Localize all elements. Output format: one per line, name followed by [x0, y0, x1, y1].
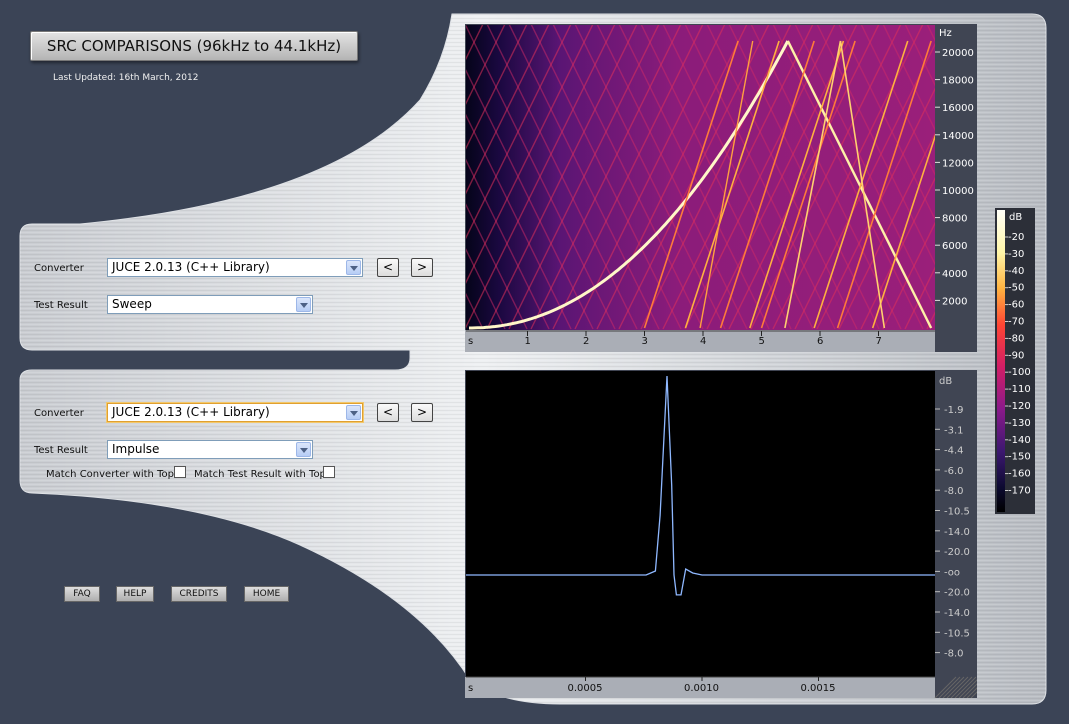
- color-scale-tick-label: -20: [1008, 232, 1024, 243]
- time-unit: s: [468, 336, 473, 347]
- bottom-prev-button[interactable]: <: [377, 403, 399, 422]
- match-test-checkbox[interactable]: [323, 466, 335, 478]
- color-scale-tick-label: -160: [1008, 469, 1031, 480]
- home-link[interactable]: HOME: [244, 586, 289, 602]
- frequency-tick-label: 4000: [942, 269, 967, 280]
- spectrogram-chart: 1 2 3 4 5 6 7 20000 18000 16000 14000 12000 10000 80…: [465, 24, 977, 352]
- top-test-result-select[interactable]: Sweep: [107, 295, 313, 314]
- help-link[interactable]: HELP: [116, 586, 154, 602]
- last-updated-text: Last Updated: 16th March, 2012: [53, 73, 199, 83]
- impulse-time-unit: s: [468, 683, 473, 694]
- frequency-tick-label: 14000: [942, 131, 974, 142]
- color-scale-tick-label: -170: [1008, 486, 1031, 497]
- time-tick-label: 6: [817, 336, 823, 347]
- chevron-down-icon: [346, 405, 361, 420]
- top-prev-button[interactable]: <: [377, 258, 399, 277]
- bottom-test-result-select[interactable]: Impulse: [107, 440, 313, 459]
- time-tick-label: 1: [525, 336, 531, 347]
- chevron-down-icon: [296, 297, 311, 312]
- bottom-next-button[interactable]: >: [411, 403, 433, 422]
- color-scale-tick-label: -40: [1008, 266, 1024, 277]
- bottom-test-result-label: Test Result: [34, 445, 88, 456]
- impulse-y-tick-label: -3.1: [944, 425, 964, 436]
- time-tick-label: 2: [583, 336, 589, 347]
- color-scale-tick-label: -80: [1008, 333, 1024, 344]
- color-scale-tick-label: -60: [1008, 300, 1024, 311]
- time-tick-label: 3: [642, 336, 648, 347]
- frequency-tick-label: 8000: [942, 214, 967, 225]
- time-tick-label: 5: [759, 336, 765, 347]
- chevron-down-icon: [346, 260, 361, 275]
- frequency-unit: Hz: [939, 28, 952, 39]
- impulse-y-tick-label: -8.0: [944, 649, 964, 660]
- frequency-tick-label: 6000: [942, 241, 967, 252]
- color-scale-tick-label: -50: [1008, 283, 1024, 294]
- frequency-tick-label: 2000: [942, 296, 967, 307]
- color-scale-tick-label: -90: [1008, 350, 1024, 361]
- impulse-y-tick-label: -4.4: [944, 446, 964, 457]
- impulse-y-tick-label: -14.0: [944, 527, 970, 538]
- bottom-converter-select[interactable]: JUCE 2.0.13 (C++ Library): [107, 403, 363, 422]
- match-converter-checkbox[interactable]: [174, 466, 186, 478]
- color-scale-tick-label: -30: [1008, 249, 1024, 260]
- impulse-y-tick-label: -14.0: [944, 608, 970, 619]
- top-test-result-label: Test Result: [34, 300, 88, 311]
- color-scale-tick-label: -110: [1008, 384, 1031, 395]
- frequency-tick-label: 16000: [942, 103, 974, 114]
- frequency-tick-label: 18000: [942, 76, 974, 87]
- color-scale-tick-label: -130: [1008, 418, 1031, 429]
- impulse-x-tick-label: 0.0015: [801, 683, 836, 694]
- impulse-y-tick-label: -8.0: [944, 486, 964, 497]
- faq-link[interactable]: FAQ: [64, 586, 100, 602]
- impulse-db-unit: dB: [939, 376, 952, 387]
- chevron-down-icon: [296, 442, 311, 457]
- bottom-test-result-value: Impulse: [112, 442, 160, 456]
- match-test-label: Match Test Result with Top: [194, 469, 326, 480]
- bottom-converter-label: Converter: [34, 408, 84, 419]
- top-converter-label: Converter: [34, 263, 84, 274]
- impulse-x-tick-label: 0.0010: [684, 683, 719, 694]
- bottom-converter-value: JUCE 2.0.13 (C++ Library): [112, 405, 270, 419]
- color-scale-tick-label: -120: [1008, 401, 1031, 412]
- time-tick-label: 7: [876, 336, 882, 347]
- credits-link[interactable]: CREDITS: [171, 586, 227, 602]
- color-scale-tick-label: -150: [1008, 452, 1031, 463]
- color-scale-tick-label: -140: [1008, 435, 1031, 446]
- color-scale-unit: dB: [1009, 212, 1022, 223]
- impulse-y-tick-label: -oo: [944, 567, 960, 578]
- color-scale-tick-label: -70: [1008, 317, 1024, 328]
- impulse-y-tick-label: -6.0: [944, 466, 964, 477]
- top-converter-select[interactable]: JUCE 2.0.13 (C++ Library): [107, 258, 363, 277]
- top-test-result-value: Sweep: [112, 297, 152, 311]
- color-scale-tick-label: -100: [1008, 367, 1031, 378]
- impulse-y-tick-label: -20.0: [944, 547, 970, 558]
- frequency-tick-label: 10000: [942, 186, 974, 197]
- impulse-y-tick-label: -1.9: [944, 405, 964, 416]
- match-converter-label: Match Converter with Top: [46, 469, 174, 480]
- impulse-x-tick-label: 0.0005: [568, 683, 603, 694]
- frequency-tick-label: 20000: [942, 48, 974, 59]
- impulse-y-tick-label: -10.5: [944, 507, 970, 518]
- frequency-tick-label: 12000: [942, 158, 974, 169]
- top-next-button[interactable]: >: [411, 258, 433, 277]
- impulse-y-tick-label: -20.0: [944, 588, 970, 599]
- impulse-y-tick-label: -10.5: [944, 628, 970, 639]
- top-converter-value: JUCE 2.0.13 (C++ Library): [112, 260, 270, 274]
- impulse-chart: 0.0005 0.0010 0.0015 -1.9 -3.1 -4.4 -6.0 -8.0 -…: [465, 370, 977, 698]
- page-title-button: SRC COMPARISONS (96kHz to 44.1kHz): [30, 31, 358, 61]
- db-color-scale: dB -20 -30 -40 -50 -60 -70 -80 -90 -100 -110 -120 -…: [995, 208, 1035, 514]
- time-tick-label: 4: [700, 336, 706, 347]
